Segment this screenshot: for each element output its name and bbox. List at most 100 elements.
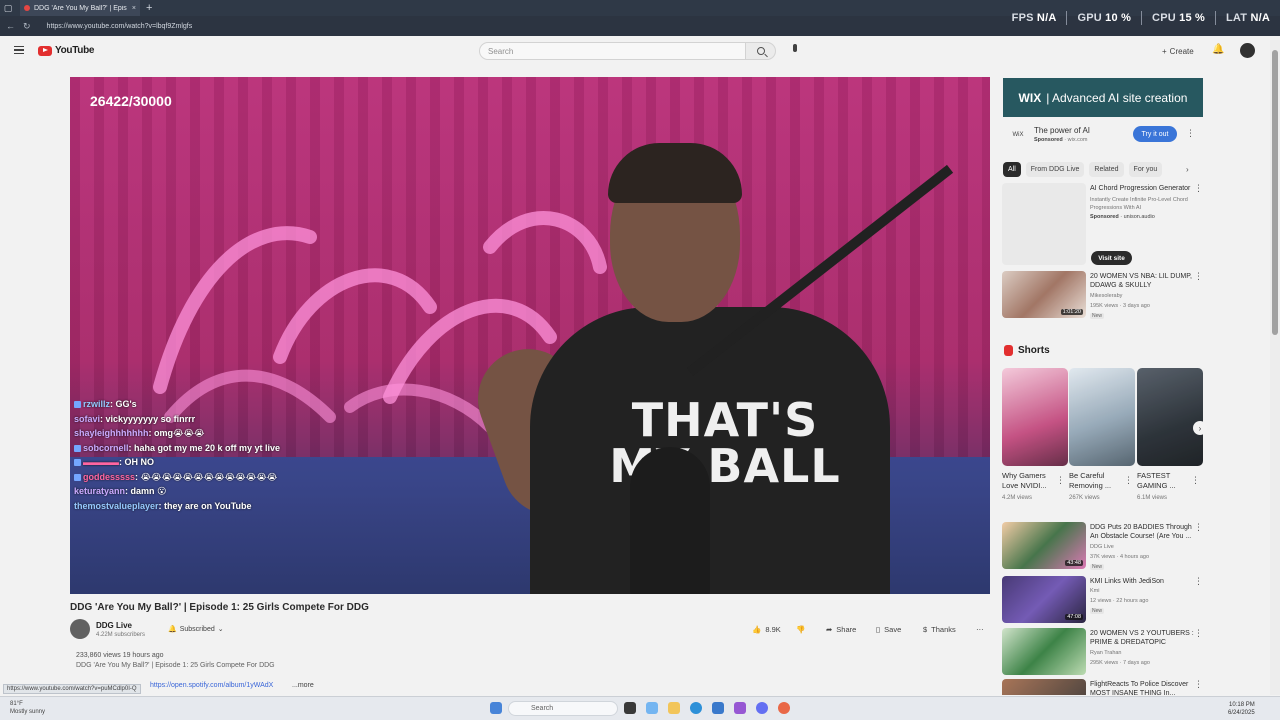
video-channel: Ryan Trahan	[1090, 650, 1122, 656]
video-thumbnail	[1002, 628, 1086, 675]
thanks-button[interactable]: $ Thanks	[923, 621, 956, 637]
short-title[interactable]: Be Careful Removing ...	[1069, 471, 1125, 491]
taskbar-search-input[interactable]: Search	[508, 701, 618, 716]
file-explorer-icon[interactable]	[668, 702, 680, 714]
video-menu-icon[interactable]: ⋮	[1194, 576, 1203, 587]
thumbs-up-icon: 👍	[752, 624, 762, 634]
shorts-next-icon[interactable]: ›	[1193, 421, 1207, 435]
chip-from-channel[interactable]: From DDG Live	[1025, 161, 1085, 177]
copilot-icon[interactable]	[646, 702, 658, 714]
ad-banner-text: | Advanced AI site creation	[1046, 90, 1188, 105]
hamburger-menu-icon[interactable]	[14, 46, 24, 54]
short-views: 4.2M views	[1002, 495, 1033, 501]
description-box[interactable]: 233,860 views 19 hours ago DDG 'Are You …	[70, 649, 990, 693]
dislike-button[interactable]: 👎	[796, 621, 805, 637]
recommended-video[interactable]: 47:08 KMI Links With JediSon Kmi 12 view…	[1002, 576, 1203, 624]
app-icon[interactable]	[734, 702, 746, 714]
video-duration: 47:08	[1065, 614, 1083, 620]
notifications-bell-icon[interactable]: 🔔	[1212, 44, 1224, 56]
ad-menu-icon[interactable]: ⋮	[1186, 128, 1195, 139]
share-button[interactable]: ➦ Share	[826, 621, 856, 637]
more-actions-icon[interactable]: ⋯	[976, 621, 984, 637]
channel-avatar[interactable]	[70, 619, 90, 639]
visit-site-button[interactable]: Visit site	[1091, 251, 1132, 265]
short-menu-icon[interactable]: ⋮	[1191, 475, 1200, 486]
window-menu-icon[interactable]: ▢	[0, 0, 16, 16]
short-thumbnail[interactable]	[1002, 368, 1068, 466]
description-text: DDG 'Are You My Ball?' | Episode 1: 25 G…	[76, 662, 275, 669]
browser-tab[interactable]: DDG 'Are You My Ball?' | Epis ×	[20, 0, 140, 16]
video-title: KMI Links With JediSon	[1090, 578, 1164, 585]
new-tab-icon[interactable]: +	[146, 2, 152, 14]
share-icon: ➦	[826, 624, 833, 634]
subscribed-button[interactable]: 🔔 Subscribed ⌄	[162, 622, 230, 636]
shorts-header: Shorts	[1004, 345, 1050, 356]
refresh-icon[interactable]: ↻	[23, 21, 31, 32]
video-title: 20 WOMEN VS NBA: LIL DUMP, DDAWG & SKULL…	[1090, 273, 1192, 289]
video-menu-icon[interactable]: ⋮	[1194, 628, 1203, 639]
short-views: 6.1M views	[1137, 495, 1168, 501]
recommended-video[interactable]: FlightReacts To Police Discover MOST INS…	[1002, 679, 1203, 695]
new-badge: New	[1090, 313, 1105, 319]
edge-browser-icon[interactable]	[690, 702, 702, 714]
ad-banner[interactable]: WIX | Advanced AI site creation	[1003, 78, 1203, 117]
search-input[interactable]: Search	[479, 42, 746, 60]
back-icon[interactable]: ←	[6, 21, 15, 31]
video-player[interactable]: 26422/30000 THAT'S MY BALL rzwillz: GG's…	[70, 77, 990, 594]
fps-readout: FPS N/A	[1011, 12, 1057, 24]
account-avatar[interactable]	[1240, 43, 1255, 58]
youtube-logo[interactable]: YouTube	[38, 45, 95, 56]
recommended-video[interactable]: 1:01:20 20 WOMEN VS NBA: LIL DUMP, DDAWG…	[1002, 271, 1203, 319]
youtube-header: YouTube Search + Create 🔔	[0, 36, 1268, 66]
system-clock[interactable]: 10:18 PM 6/24/2025	[1228, 701, 1255, 717]
short-menu-icon[interactable]: ⋮	[1124, 475, 1133, 486]
chip-for-you[interactable]: For you	[1128, 161, 1163, 177]
address-bar-url[interactable]: https://www.youtube.com/watch?v=lbqf9Zml…	[47, 23, 193, 30]
chat-message: sobcornell: haha got my me 20 k off my y…	[74, 441, 284, 456]
discord-icon[interactable]	[756, 702, 768, 714]
voice-search-icon[interactable]	[789, 44, 801, 58]
sponsored-title: AI Chord Progression Generator	[1090, 185, 1191, 192]
chat-message: shayleighhhhhhh: omg😭😭😭	[74, 428, 205, 438]
page-scrollbar[interactable]	[1270, 40, 1280, 695]
video-menu-icon[interactable]: ⋮	[1194, 679, 1203, 690]
short-title[interactable]: Why Gamers Love NVIDI...	[1002, 471, 1058, 491]
weather-widget[interactable]: 81°F Mostly sunny	[10, 700, 45, 716]
close-tab-icon[interactable]: ×	[132, 5, 136, 12]
recording-indicator-icon	[24, 5, 30, 11]
short-thumbnail[interactable]	[1137, 368, 1203, 466]
ad-title: The power of AI	[1034, 126, 1091, 135]
chevron-right-icon[interactable]: ›	[1186, 165, 1189, 174]
video-meta: 195K views · 3 days ago	[1090, 303, 1150, 309]
short-title[interactable]: FASTEST GAMING ...	[1137, 471, 1193, 491]
scrollbar-thumb[interactable]	[1272, 50, 1278, 335]
like-button[interactable]: 👍 8.9K	[752, 621, 781, 637]
chip-all[interactable]: All	[1003, 161, 1021, 177]
video-meta: 37K views · 4 hours ago	[1090, 554, 1150, 560]
youtube-wordmark: YouTube	[55, 45, 95, 56]
chip-related[interactable]: Related	[1089, 161, 1124, 177]
recommended-video[interactable]: 20 WOMEN VS 2 YOUTUBERS : PRIME & DREDAT…	[1002, 628, 1203, 676]
video-menu-icon[interactable]: ⋮	[1194, 522, 1203, 533]
short-thumbnail[interactable]	[1069, 368, 1135, 466]
video-title: 20 WOMEN VS 2 YOUTUBERS : PRIME & DREDAT…	[1090, 630, 1194, 646]
search-button[interactable]	[746, 42, 776, 60]
ad-details: WiX The power of AI Sponsored · wix.com …	[1003, 121, 1203, 151]
start-menu-icon[interactable]	[490, 702, 502, 714]
description-link[interactable]: https://open.spotify.com/album/1yWAdX	[150, 682, 273, 689]
channel-name[interactable]: DDG Live	[96, 621, 132, 630]
goal-counter: 26422/30000	[90, 93, 172, 109]
short-menu-icon[interactable]: ⋮	[1056, 475, 1065, 486]
show-more-link[interactable]: ...more	[292, 682, 314, 689]
task-view-icon[interactable]	[624, 702, 636, 714]
try-it-out-button[interactable]: Try it out	[1133, 126, 1177, 142]
sponsored-menu-icon[interactable]: ⋮	[1194, 183, 1203, 194]
recommended-video[interactable]: 43:48 DDG Puts 20 BADDIES Through An Obs…	[1002, 522, 1203, 570]
video-duration: 43:48	[1065, 560, 1083, 566]
save-button[interactable]: ▯ Save	[876, 621, 901, 637]
create-button[interactable]: + Create	[1156, 43, 1200, 59]
video-menu-icon[interactable]: ⋮	[1194, 271, 1203, 282]
store-icon[interactable]	[712, 702, 724, 714]
person-on-couch: THAT'S MY BALL	[463, 143, 930, 594]
chrome-icon[interactable]	[778, 702, 790, 714]
